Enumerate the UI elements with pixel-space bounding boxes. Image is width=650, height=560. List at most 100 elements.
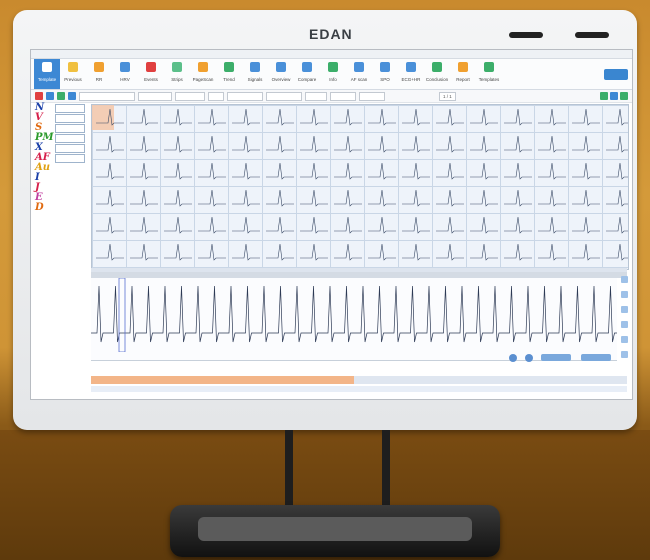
template-beat xyxy=(572,162,600,180)
side-icon[interactable] xyxy=(621,291,628,298)
template-beat xyxy=(266,108,294,126)
red-square-icon[interactable] xyxy=(35,92,43,100)
template-beat xyxy=(436,162,464,180)
toolbar-label: Overview xyxy=(271,77,291,82)
beat-thumbnail[interactable] xyxy=(55,154,85,163)
toolbar-report-button[interactable]: Report xyxy=(450,59,476,89)
toolbar-af-scan-button[interactable]: AF scan xyxy=(346,59,372,89)
template-beat xyxy=(504,108,532,126)
page-indicator[interactable]: 1 / 1 xyxy=(439,92,456,101)
speed-select[interactable] xyxy=(138,91,172,101)
toolbar-label: RR xyxy=(95,77,103,82)
template-beat xyxy=(130,243,158,261)
template-beat xyxy=(402,243,430,261)
template-beat xyxy=(538,243,566,261)
option-checkbox[interactable] xyxy=(266,91,302,101)
option-field[interactable] xyxy=(359,91,385,101)
progress-bar[interactable] xyxy=(91,376,627,384)
prev-button[interactable] xyxy=(509,354,517,362)
template-beat xyxy=(130,162,158,180)
template-beat xyxy=(130,135,158,153)
action-button[interactable] xyxy=(581,354,611,361)
beat-class-label[interactable]: D xyxy=(35,202,44,213)
side-icon[interactable] xyxy=(621,351,628,358)
toolbar-previous-button[interactable]: Previous xyxy=(60,59,86,89)
option-checkbox[interactable] xyxy=(227,91,263,101)
blue-square-icon[interactable] xyxy=(46,92,54,100)
side-icon[interactable] xyxy=(621,306,628,313)
option-field[interactable] xyxy=(305,91,327,101)
view-icon[interactable] xyxy=(620,92,628,100)
toolbar-conclusion-button[interactable]: Conclusion xyxy=(424,59,450,89)
user-button[interactable] xyxy=(604,69,628,80)
beat-thumbnail[interactable] xyxy=(55,114,85,123)
toolbar-icon xyxy=(354,62,364,72)
template-beat xyxy=(164,189,192,207)
template-beat xyxy=(198,108,226,126)
filter-select[interactable] xyxy=(79,91,135,101)
toolbar-label: Strips xyxy=(171,77,183,82)
template-beat xyxy=(368,243,396,261)
toolbar-info-button[interactable]: Info xyxy=(320,59,346,89)
template-beat xyxy=(538,108,566,126)
green-square-icon[interactable] xyxy=(57,92,65,100)
template-beat xyxy=(368,162,396,180)
template-beat xyxy=(334,135,362,153)
ecg-strip[interactable] xyxy=(91,278,617,361)
template-beat xyxy=(300,243,328,261)
beat-thumbnail[interactable] xyxy=(55,144,85,153)
gain-select[interactable] xyxy=(175,91,205,101)
option-field[interactable] xyxy=(330,91,356,101)
toolbar-templates-button[interactable]: Templates xyxy=(476,59,502,89)
template-grid[interactable] xyxy=(91,104,629,270)
view-icon[interactable] xyxy=(610,92,618,100)
side-icon[interactable] xyxy=(621,336,628,343)
action-button[interactable] xyxy=(541,354,571,361)
toolbar-pagescan-button[interactable]: PageScan xyxy=(190,59,216,89)
toolbar-compare-button[interactable]: Compare xyxy=(294,59,320,89)
title-bar xyxy=(31,50,632,59)
toolbar-overview-button[interactable]: Overview xyxy=(268,59,294,89)
beat-thumbnail[interactable] xyxy=(55,104,85,113)
template-beat xyxy=(334,216,362,234)
toolbar-hrv-button[interactable]: HRV xyxy=(112,59,138,89)
template-beat xyxy=(266,162,294,180)
template-beat xyxy=(504,162,532,180)
template-beat xyxy=(96,162,124,180)
template-waves xyxy=(96,108,628,261)
beat-thumbnail[interactable] xyxy=(55,124,85,133)
timeline-bar[interactable] xyxy=(91,386,627,392)
template-beat xyxy=(232,108,260,126)
template-beat xyxy=(130,189,158,207)
template-beat xyxy=(300,162,328,180)
toolbar-strips-button[interactable]: Strips xyxy=(164,59,190,89)
toolbar-events-button[interactable]: Events xyxy=(138,59,164,89)
toolbar-rr-button[interactable]: RR xyxy=(86,59,112,89)
template-beat xyxy=(436,243,464,261)
template-beat xyxy=(538,189,566,207)
template-beat xyxy=(402,216,430,234)
options-bar: 1 / 1 xyxy=(31,90,632,103)
beat-thumbnail[interactable] xyxy=(55,134,85,143)
toolbar-ecg-hr-button[interactable]: ECG+HR xyxy=(398,59,424,89)
template-beat xyxy=(402,189,430,207)
template-beat xyxy=(198,135,226,153)
template-beat xyxy=(96,243,124,261)
toolbar-template-button[interactable]: Template xyxy=(34,59,60,89)
blue-square-icon[interactable] xyxy=(68,92,76,100)
template-beat xyxy=(164,108,192,126)
toolbar-signals-button[interactable]: Signals xyxy=(242,59,268,89)
template-beat xyxy=(266,189,294,207)
view-icon[interactable] xyxy=(600,92,608,100)
toolbar-spo-button[interactable]: SPO xyxy=(372,59,398,89)
toolbar-label: Signals xyxy=(247,77,263,82)
toolbar-trend-button[interactable]: Trend xyxy=(216,59,242,89)
next-button[interactable] xyxy=(525,354,533,362)
side-icon[interactable] xyxy=(621,321,628,328)
template-beat xyxy=(334,162,362,180)
toolbar-icon xyxy=(94,62,104,72)
template-beat xyxy=(164,162,192,180)
template-beat xyxy=(198,189,226,207)
lead-select[interactable] xyxy=(208,91,224,101)
side-icon[interactable] xyxy=(621,276,628,283)
